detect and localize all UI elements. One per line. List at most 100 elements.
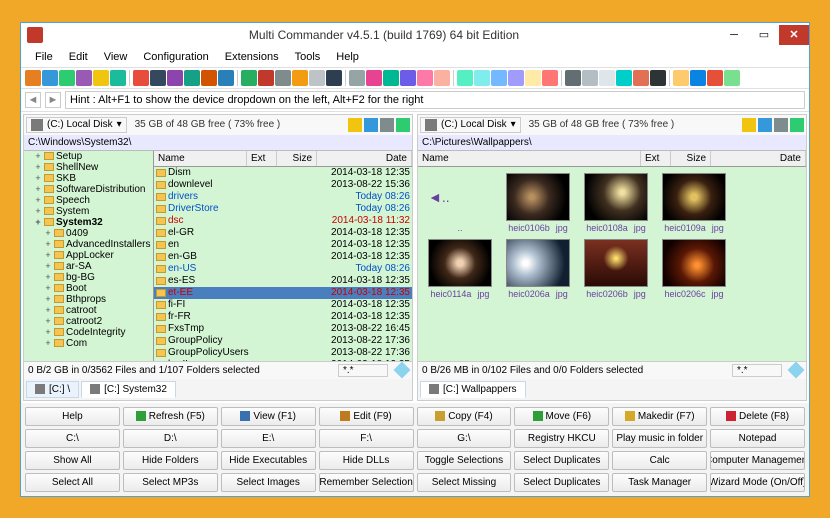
cmd-button[interactable]: Select MP3s xyxy=(123,473,218,492)
parent-folder-thumb[interactable]: ◄.... xyxy=(424,173,496,233)
file-row[interactable]: DriverStoreToday 08:26 xyxy=(154,203,412,215)
tree-item[interactable]: +Boot xyxy=(24,283,153,294)
cmd-button[interactable]: Select Images xyxy=(221,473,316,492)
toolbar-icon-27[interactable] xyxy=(508,70,524,86)
nav-back-button[interactable]: ◄ xyxy=(25,92,41,108)
col-name-header[interactable]: Name xyxy=(418,151,641,166)
tree-item[interactable]: +0409 xyxy=(24,228,153,239)
toolbar-icon-21[interactable] xyxy=(400,70,416,86)
tree-item[interactable]: +SKB xyxy=(24,173,153,184)
tree-item[interactable]: +Setup xyxy=(24,151,153,162)
tree-item[interactable]: +Bthprops xyxy=(24,294,153,305)
cmd-button[interactable]: F:\ xyxy=(319,429,414,448)
nav-forward-button[interactable]: ► xyxy=(45,92,61,108)
star-icon[interactable] xyxy=(348,118,362,132)
pane-tab[interactable]: [C:] Wallpappers xyxy=(420,381,526,398)
right-drive-selector[interactable]: (C:) Local Disk ▾ xyxy=(420,117,521,133)
menu-tools[interactable]: Tools xyxy=(287,49,329,65)
toolbar-icon-28[interactable] xyxy=(525,70,541,86)
cmd-button[interactable]: Edit (F9) xyxy=(319,407,414,426)
toolbar-icon-32[interactable] xyxy=(599,70,615,86)
tree-item[interactable]: +AppLocker xyxy=(24,250,153,261)
left-list-body[interactable]: Dism2014-03-18 12:35downlevel2013-08-22 … xyxy=(154,167,412,361)
toolbar-icon-24[interactable] xyxy=(457,70,473,86)
cmd-button[interactable]: Select Duplicates xyxy=(514,451,609,470)
cmd-button[interactable]: Wizard Mode (On/Off) xyxy=(710,473,805,492)
cmd-button[interactable]: Makedir (F7) xyxy=(612,407,707,426)
cmd-button[interactable]: Show All xyxy=(25,451,120,470)
right-thumbnail-grid[interactable]: ◄....heic0106bjpgheic0108ajpgheic0109ajp… xyxy=(418,167,806,361)
toolbar-icon-34[interactable] xyxy=(633,70,649,86)
minimize-button[interactable]: ─ xyxy=(719,25,749,45)
thumbnail-item[interactable]: heic0106bjpg xyxy=(502,173,574,233)
toolbar-icon-37[interactable] xyxy=(690,70,706,86)
file-row[interactable]: Dism2014-03-18 12:35 xyxy=(154,167,412,179)
toolbar-icon-14[interactable] xyxy=(275,70,291,86)
cmd-button[interactable]: Calc xyxy=(612,451,707,470)
filter-diamond-icon[interactable] xyxy=(788,362,805,379)
cmd-button[interactable]: Move (F6) xyxy=(514,407,609,426)
cmd-button[interactable]: Play music in folder xyxy=(612,429,707,448)
toolbar-icon-19[interactable] xyxy=(366,70,382,86)
col-date-header[interactable]: Date xyxy=(317,151,412,166)
toolbar-icon-18[interactable] xyxy=(349,70,365,86)
right-path[interactable]: C:\Pictures\Wallpappers\ xyxy=(418,135,806,151)
cmd-button[interactable]: Select Duplicates xyxy=(514,473,609,492)
cmd-button[interactable]: Select Missing xyxy=(417,473,512,492)
cmd-button[interactable]: G:\ xyxy=(417,429,512,448)
layout-icon[interactable] xyxy=(380,118,394,132)
cmd-button[interactable]: Hide Folders xyxy=(123,451,218,470)
cmd-button[interactable]: C:\ xyxy=(25,429,120,448)
right-filter-box[interactable]: *.* xyxy=(732,364,782,377)
toolbar-icon-22[interactable] xyxy=(417,70,433,86)
toolbar-icon-39[interactable] xyxy=(724,70,740,86)
pane-tab[interactable]: [C:] \ xyxy=(26,381,79,398)
col-ext-header[interactable]: Ext xyxy=(641,151,671,166)
toolbar-icon-17[interactable] xyxy=(326,70,342,86)
col-size-header[interactable]: Size xyxy=(671,151,711,166)
tree-item[interactable]: +SoftwareDistribution xyxy=(24,184,153,195)
menu-help[interactable]: Help xyxy=(328,49,367,65)
filter-diamond-icon[interactable] xyxy=(394,362,411,379)
cmd-button[interactable]: Task Manager xyxy=(612,473,707,492)
maximize-button[interactable]: ▭ xyxy=(749,25,779,45)
col-size-header[interactable]: Size xyxy=(277,151,317,166)
close-button[interactable]: ✕ xyxy=(779,25,809,45)
tree-item[interactable]: +catroot2 xyxy=(24,316,153,327)
col-name-header[interactable]: Name xyxy=(154,151,247,166)
refresh-icon[interactable] xyxy=(364,118,378,132)
cmd-button[interactable]: Notepad xyxy=(710,429,805,448)
toolbar-icon-13[interactable] xyxy=(258,70,274,86)
file-row[interactable]: GroupPolicyUsers2013-08-22 17:36 xyxy=(154,347,412,359)
toolbar-icon-25[interactable] xyxy=(474,70,490,86)
left-path[interactable]: C:\Windows\System32\ xyxy=(24,135,412,151)
pane-tab[interactable]: [C:] System32 xyxy=(81,381,176,398)
tree-item[interactable]: +System32 xyxy=(24,217,153,228)
hint-address-input[interactable] xyxy=(65,91,805,109)
cmd-button[interactable]: Hide Executables xyxy=(221,451,316,470)
cmd-button[interactable]: E:\ xyxy=(221,429,316,448)
col-ext-header[interactable]: Ext xyxy=(247,151,277,166)
file-row[interactable]: fi-FI2014-03-18 12:35 xyxy=(154,299,412,311)
file-row[interactable]: driversToday 08:26 xyxy=(154,191,412,203)
menu-configuration[interactable]: Configuration xyxy=(135,49,216,65)
tree-toggle-icon[interactable] xyxy=(396,118,410,132)
file-row[interactable]: en-USToday 08:26 xyxy=(154,263,412,275)
toolbar-icon-12[interactable] xyxy=(241,70,257,86)
toolbar-icon-9[interactable] xyxy=(184,70,200,86)
toolbar-icon-0[interactable] xyxy=(25,70,41,86)
thumbnail-item[interactable]: heic0206cjpg xyxy=(658,239,730,299)
toolbar-icon-7[interactable] xyxy=(150,70,166,86)
toolbar-icon-6[interactable] xyxy=(133,70,149,86)
cmd-button[interactable]: Remember Selection xyxy=(319,473,414,492)
cmd-button[interactable]: D:\ xyxy=(123,429,218,448)
cmd-button[interactable]: Hide DLLs xyxy=(319,451,414,470)
thumbnail-item[interactable]: heic0114ajpg xyxy=(424,239,496,299)
right-column-headers[interactable]: Name Ext Size Date xyxy=(418,151,806,167)
tree-item[interactable]: +AdvancedInstallers xyxy=(24,239,153,250)
cmd-button[interactable]: Copy (F4) xyxy=(417,407,512,426)
cmd-button[interactable]: Computer Management xyxy=(710,451,805,470)
tree-item[interactable]: +ShellNew xyxy=(24,162,153,173)
toolbar-icon-35[interactable] xyxy=(650,70,666,86)
thumbnail-item[interactable]: heic0108ajpg xyxy=(580,173,652,233)
